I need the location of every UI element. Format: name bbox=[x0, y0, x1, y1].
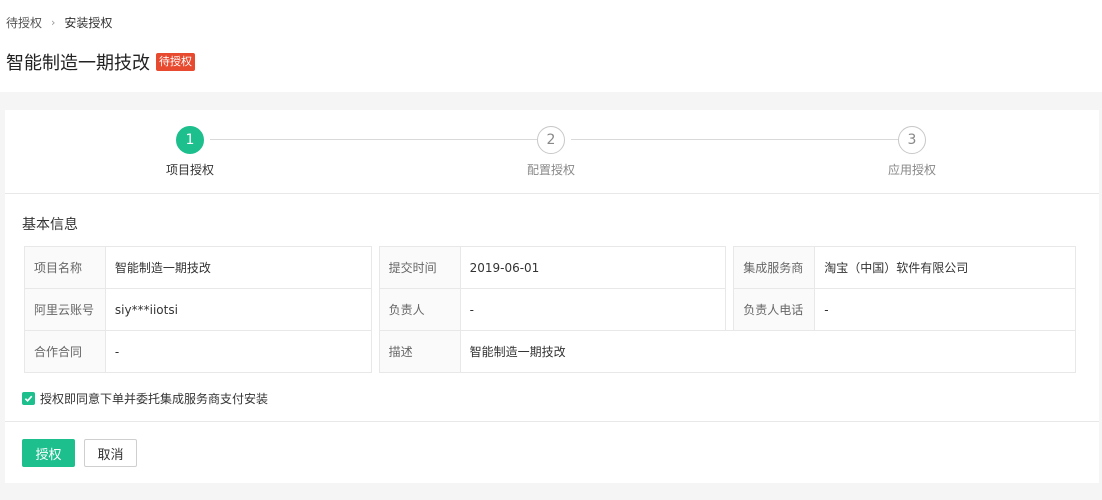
info-value: 智能制造一期技改 bbox=[104, 246, 372, 289]
check-icon bbox=[24, 395, 33, 403]
info-value: 淘宝（中国）软件有限公司 bbox=[814, 246, 1076, 289]
agreement-checkbox[interactable] bbox=[22, 392, 35, 405]
breadcrumb-link-pending[interactable]: 待授权 bbox=[6, 14, 42, 31]
breadcrumb-separator: › bbox=[51, 16, 56, 29]
page-header: 待授权 › 安装授权 智能制造一期技改 待授权 bbox=[0, 0, 1102, 92]
info-key: 描述 bbox=[378, 330, 461, 373]
info-key: 集成服务商 bbox=[733, 246, 816, 289]
cell-gap bbox=[370, 246, 380, 289]
authorize-button[interactable]: 授权 bbox=[22, 439, 75, 467]
divider bbox=[5, 421, 1099, 422]
step-connector bbox=[210, 139, 537, 140]
info-key: 提交时间 bbox=[378, 246, 461, 289]
auth-card: 1 项目授权 2 配置授权 3 应用授权 基本信息 项目名称 智能制造一期技改 … bbox=[5, 110, 1099, 483]
step-number: 2 bbox=[537, 126, 565, 154]
cancel-button[interactable]: 取消 bbox=[84, 439, 137, 467]
status-badge: 待授权 bbox=[156, 53, 195, 71]
table-row: 合作合同 - 描述 智能制造一期技改 bbox=[24, 330, 1077, 373]
table-row: 阿里云账号 siy***iiotsi 负责人 - 负责人电话 - bbox=[24, 288, 1076, 331]
table-row: 项目名称 智能制造一期技改 提交时间 2019-06-01 集成服务商 淘宝（中… bbox=[24, 246, 1076, 289]
steps-bar: 1 项目授权 2 配置授权 3 应用授权 bbox=[5, 110, 1099, 194]
step-config-auth: 2 配置授权 bbox=[511, 126, 591, 178]
info-value: siy***iiotsi bbox=[104, 288, 372, 331]
info-value: 智能制造一期技改 bbox=[459, 330, 1077, 373]
step-label: 应用授权 bbox=[887, 163, 936, 177]
info-value: - bbox=[459, 288, 727, 331]
info-value: - bbox=[814, 288, 1076, 331]
info-key: 项目名称 bbox=[24, 246, 106, 289]
title-row: 智能制造一期技改 待授权 bbox=[6, 49, 195, 75]
step-app-auth: 3 应用授权 bbox=[872, 126, 952, 178]
step-label: 项目授权 bbox=[165, 163, 214, 177]
breadcrumb: 待授权 › 安装授权 bbox=[6, 14, 112, 31]
info-table: 项目名称 智能制造一期技改 提交时间 2019-06-01 集成服务商 淘宝（中… bbox=[24, 246, 1077, 373]
agreement-label: 授权即同意下单并委托集成服务商支付安装 bbox=[40, 392, 269, 406]
info-value: - bbox=[104, 330, 372, 373]
info-key: 负责人 bbox=[378, 288, 461, 331]
step-project-auth: 1 项目授权 bbox=[150, 126, 230, 178]
cell-gap bbox=[725, 288, 735, 331]
cell-gap bbox=[725, 246, 735, 289]
info-value: 2019-06-01 bbox=[459, 246, 727, 289]
step-label: 配置授权 bbox=[526, 163, 575, 177]
section-title: 基本信息 bbox=[22, 217, 78, 233]
step-number: 1 bbox=[176, 126, 204, 154]
info-key: 阿里云账号 bbox=[24, 288, 106, 331]
cell-gap bbox=[370, 330, 380, 373]
page-title: 智能制造一期技改 bbox=[6, 53, 150, 74]
step-number: 3 bbox=[898, 126, 926, 154]
agreement-row[interactable]: 授权即同意下单并委托集成服务商支付安装 bbox=[22, 390, 268, 407]
info-key: 负责人电话 bbox=[733, 288, 816, 331]
info-key: 合作合同 bbox=[24, 330, 106, 373]
step-connector bbox=[571, 139, 898, 140]
breadcrumb-current: 安装授权 bbox=[64, 16, 113, 30]
cell-gap bbox=[370, 288, 380, 331]
